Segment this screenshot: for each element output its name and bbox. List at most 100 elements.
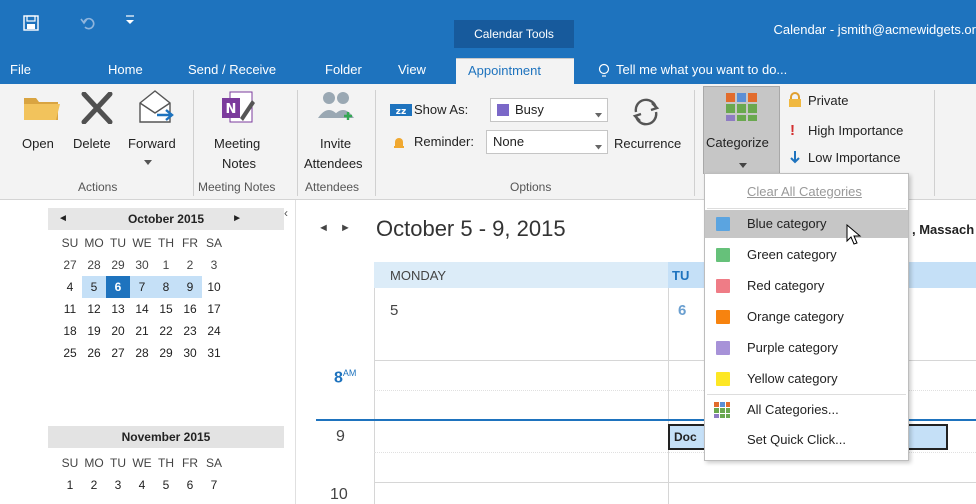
high-importance-button[interactable]: High Importance [808,123,903,138]
category-item-purple[interactable]: Purple category [705,334,908,362]
calendar-day[interactable]: 2 [178,254,202,276]
calendar-day[interactable]: 3 [202,254,226,276]
invite-attendees-label-1[interactable]: Invite [320,136,351,151]
tab-view[interactable]: View [398,58,426,84]
calendar-day[interactable]: 14 [130,298,154,320]
calendar-day[interactable]: 17 [202,298,226,320]
calendar-day[interactable]: 7 [202,474,226,496]
category-item-blue[interactable]: Blue category [705,210,908,238]
calendar-day[interactable]: 5 [82,276,106,298]
calendar-day[interactable]: 29 [106,254,130,276]
calendar-day[interactable]: 6 [178,474,202,496]
tab-file[interactable]: File [10,58,31,84]
categorize-button[interactable]: Categorize [703,86,780,174]
weekday-label: TU [110,236,126,250]
tab-appointment[interactable]: Appointment [456,58,574,84]
high-importance-icon: ! [790,122,795,139]
delete-button[interactable]: Delete [73,136,111,151]
chevron-down-icon [595,106,602,121]
weekday-label: SA [205,236,222,250]
undo-icon[interactable] [80,15,96,35]
calendar-day[interactable]: 1 [154,254,178,276]
calendar-day[interactable]: 19 [82,320,106,342]
calendar-day[interactable]: 29 [154,342,178,364]
recurrence-button[interactable]: Recurrence [614,136,681,151]
prev-week-icon[interactable]: ◄ [318,222,329,234]
next-week-icon[interactable]: ► [340,222,351,234]
show-as-dropdown[interactable]: Busy [490,98,608,122]
menu-item-label: All Categories... [747,402,839,417]
meeting-notes-label-2[interactable]: Notes [222,156,256,171]
calendar-day[interactable]: 30 [130,254,154,276]
collapse-pane-icon[interactable]: ‹ [284,206,288,220]
calendar-day[interactable]: 20 [106,320,130,342]
prev-month-icon[interactable]: ◄ [58,208,68,230]
reminder-dropdown[interactable]: None [486,130,608,154]
calendar-day[interactable]: 2 [82,474,106,496]
calendar-day[interactable]: 7 [130,276,154,298]
all-categories-item[interactable]: All Categories... [705,396,908,424]
category-item-yellow[interactable]: Yellow category [705,365,908,393]
calendar-day-today[interactable]: 6 [106,276,130,298]
calendar-day[interactable]: 30 [178,342,202,364]
calendar-day[interactable]: 8 [154,276,178,298]
calendar-day[interactable]: 4 [130,474,154,496]
calendar-day[interactable]: 5 [154,474,178,496]
mini-calendar-november-header: November 2015 [48,426,284,448]
next-month-icon[interactable]: ► [232,208,242,230]
mini-calendar-title: October 2015 [127,212,205,226]
calendar-day[interactable]: 27 [58,254,82,276]
tab-home[interactable]: Home [108,58,143,84]
calendar-day[interactable]: 12 [82,298,106,320]
meeting-notes-label-1[interactable]: Meeting [214,136,260,151]
calendar-day[interactable]: 13 [106,298,130,320]
calendar-day[interactable]: 11 [58,298,82,320]
day-name-tuesday: TU [672,268,690,283]
calendar-day[interactable]: 9 [178,276,202,298]
tell-me-search[interactable]: Tell me what you want to do... [616,58,787,84]
category-label: Green category [747,247,837,262]
calendar-day[interactable]: 21 [130,320,154,342]
delete-icon [80,91,114,127]
calendar-day[interactable]: 10 [202,276,226,298]
customize-qat-icon[interactable] [124,13,136,30]
low-importance-icon [789,150,801,167]
category-item-green[interactable]: Green category [705,241,908,269]
category-item-orange[interactable]: Orange category [705,303,908,331]
calendar-day[interactable]: 22 [154,320,178,342]
forward-dropdown-icon[interactable] [144,154,152,169]
ribbon-separator [934,90,935,196]
calendar-day[interactable]: 31 [202,342,226,364]
calendar-day[interactable]: 28 [130,342,154,364]
calendar-day[interactable]: 26 [82,342,106,364]
calendar-day[interactable]: 27 [106,342,130,364]
calendar-day[interactable]: 24 [202,320,226,342]
calendar-day[interactable]: 4 [58,276,82,298]
calendar-day[interactable]: 28 [82,254,106,276]
clear-all-categories-item[interactable]: Clear All Categories [705,178,908,206]
calendar-day[interactable]: 1 [58,474,82,496]
categorize-icon [713,401,731,429]
tab-send-receive[interactable]: Send / Receive [188,58,276,84]
weekday-label: FR [182,456,198,470]
calendar-day[interactable]: 16 [178,298,202,320]
save-icon[interactable] [22,14,40,36]
svg-text:N: N [226,102,237,117]
calendar-day[interactable]: 18 [58,320,82,342]
calendar-day[interactable]: 15 [154,298,178,320]
weather-location: , Massach [912,222,975,237]
low-importance-button[interactable]: Low Importance [808,150,901,165]
forward-button[interactable]: Forward [128,136,176,151]
calendar-day[interactable]: 23 [178,320,202,342]
tab-folder[interactable]: Folder [325,58,362,84]
open-button[interactable]: Open [22,136,54,151]
category-item-red[interactable]: Red category [705,272,908,300]
calendar-day[interactable]: 25 [58,342,82,364]
hour-label-8: 8AM [334,368,356,387]
private-button[interactable]: Private [808,93,848,108]
invite-attendees-label-2[interactable]: Attendees [304,156,363,171]
calendar-day[interactable]: 3 [106,474,130,496]
category-label: Orange category [747,309,844,324]
set-quick-click-item[interactable]: Set Quick Click... [705,426,908,454]
hour-label-9: 9 [336,428,345,445]
